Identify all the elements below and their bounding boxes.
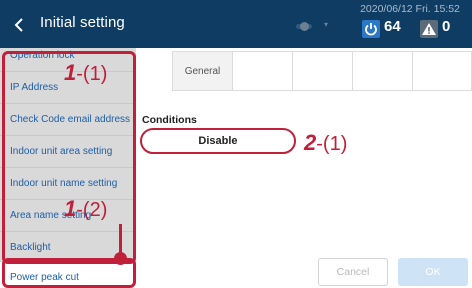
chevron-down-icon[interactable]: ▾ — [324, 20, 328, 29]
ok-button[interactable]: OK — [398, 258, 468, 286]
cancel-button[interactable]: Cancel — [318, 258, 388, 286]
header-bar: Initial setting ▾ 2020/06/12 Fri. 15:52 … — [0, 0, 472, 48]
conditions-select-button[interactable]: Disable — [140, 128, 296, 154]
callout-1-1: 1-(1) — [64, 60, 108, 85]
warning-icon — [420, 20, 438, 38]
power-icon — [362, 20, 380, 38]
chevron-left-icon — [14, 18, 23, 32]
tab-empty[interactable] — [233, 52, 293, 90]
tab-empty[interactable] — [413, 52, 472, 90]
power-count: 64 — [384, 18, 401, 35]
tab-strip: General — [172, 51, 472, 91]
callout-2-1: 2-(1) — [304, 130, 348, 155]
conditions-label: Conditions — [142, 114, 197, 126]
warning-count: 0 — [442, 18, 451, 35]
tab-empty[interactable] — [353, 52, 413, 90]
tab-empty[interactable] — [293, 52, 353, 90]
annotation-dot — [114, 252, 127, 265]
annotation-connector — [119, 224, 122, 254]
page-title: Initial setting — [40, 14, 125, 31]
datetime-display: 2020/06/12 Fri. 15:52 — [360, 3, 460, 15]
tab-general[interactable]: General — [173, 52, 233, 90]
toggle-icon[interactable] — [296, 22, 312, 31]
callout-1-2: 1-(2) — [64, 196, 108, 221]
back-button[interactable] — [6, 8, 36, 40]
